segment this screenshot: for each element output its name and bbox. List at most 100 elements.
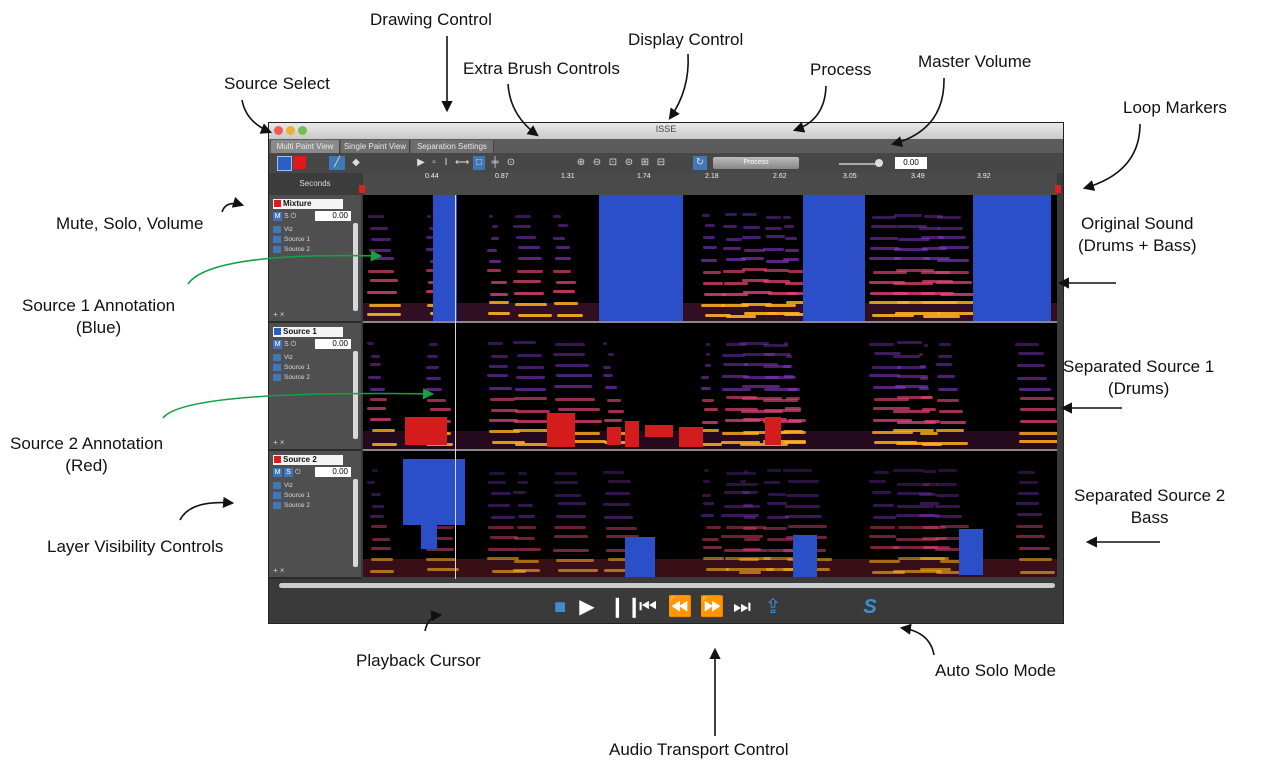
master-volume-knob[interactable] (875, 159, 883, 167)
process-icon[interactable]: ↻ (693, 156, 707, 170)
add-remove-layer[interactable]: + × (273, 310, 285, 319)
volume-knob-icon[interactable]: ⏻ (291, 341, 297, 348)
track-name-source1[interactable]: Source 1 (273, 327, 343, 337)
play-icon[interactable]: ▶ (575, 596, 599, 618)
time-ruler[interactable]: 0.44 0.87 1.31 1.74 2.18 2.62 3.05 3.49 … (359, 173, 1061, 195)
rewind-icon[interactable]: ⏪ (667, 596, 693, 618)
label-process: Process (810, 60, 872, 79)
visibility-toggle-icon[interactable] (273, 235, 281, 243)
track-volume-source2[interactable]: 0.00 (315, 467, 351, 477)
pause-icon[interactable]: ❙❙ (609, 596, 643, 618)
layer-scrollbar[interactable] (353, 479, 358, 567)
volume-knob-icon[interactable]: ⏻ (295, 469, 301, 476)
layer-visibility-viz[interactable]: Viz (273, 225, 293, 234)
vertical-select-icon[interactable]: I (441, 156, 451, 170)
brush-icon[interactable]: ╱ (329, 156, 345, 170)
solo-button[interactable]: S (284, 213, 289, 220)
spectral-partial (371, 493, 381, 496)
select-icon[interactable]: ▶ (415, 156, 427, 170)
spectral-partial (367, 481, 375, 484)
loop-icon[interactable]: ⇪ (761, 596, 785, 618)
harmonic-brush-icon[interactable]: ⊙ (505, 156, 517, 170)
volume-knob-icon[interactable]: ⏻ (291, 213, 297, 220)
stop-icon[interactable]: ■ (549, 596, 571, 618)
zoom-horizontal-icon[interactable]: ⊜ (623, 156, 635, 170)
spectral-partial (873, 407, 910, 410)
add-remove-layer[interactable]: + × (273, 438, 285, 447)
label-original-sound: Original Sound (Drums + Bass) (1078, 213, 1197, 257)
crosshair-icon[interactable]: ╪ (489, 156, 501, 170)
track-volume-source1[interactable]: 0.00 (315, 339, 351, 349)
zoom-fit-icon[interactable]: ⊡ (607, 156, 619, 170)
spectral-partial (869, 560, 900, 563)
horizontal-select-icon[interactable]: ⟷ (455, 156, 469, 170)
spectral-partial (936, 363, 952, 366)
marquee-icon[interactable]: ▫ (429, 156, 439, 170)
source1-select-button[interactable] (277, 156, 292, 171)
add-remove-layer[interactable]: + × (273, 566, 285, 575)
spectral-partial (785, 505, 820, 508)
box-brush-icon[interactable]: □ (473, 156, 485, 170)
spectrogram-source1[interactable] (363, 323, 1057, 449)
track-name-mixture[interactable]: Mixture (273, 199, 343, 209)
loop-start-marker[interactable] (359, 185, 365, 193)
spectrogram-source2[interactable] (363, 451, 1057, 577)
spectral-partial (518, 504, 533, 507)
zoom-vertical-icon[interactable]: ⊞ (639, 156, 651, 170)
source2-select-button[interactable] (293, 156, 306, 169)
spectral-partial (490, 293, 508, 296)
fast-forward-icon[interactable]: ⏩ (699, 596, 725, 618)
layer-visibility-viz[interactable]: Viz (273, 481, 293, 490)
visibility-toggle-icon[interactable] (273, 373, 281, 381)
layer-scrollbar[interactable] (353, 223, 358, 311)
spectral-partial (515, 303, 547, 306)
process-button[interactable]: Process (713, 157, 799, 169)
layer-visibility-source2[interactable]: Source 2 (273, 245, 310, 254)
spectral-partial (703, 502, 714, 505)
spectral-partial (722, 354, 745, 357)
spectral-partial (426, 236, 433, 239)
skip-end-icon[interactable]: ⏭ (731, 596, 753, 618)
zoom-reset-icon[interactable]: ⊟ (655, 156, 667, 170)
eraser-icon[interactable]: ◆ (349, 156, 363, 170)
spectral-partial (605, 386, 617, 389)
visibility-toggle-icon[interactable] (273, 353, 281, 361)
visibility-toggle-icon[interactable] (273, 501, 281, 509)
mute-button[interactable]: M (273, 340, 282, 349)
tab-separation-settings[interactable]: Separation Settings (411, 140, 494, 153)
auto-solo-icon[interactable]: S (859, 596, 881, 618)
layer-visibility-source1[interactable]: Source 1 (273, 235, 310, 244)
solo-button[interactable]: S (284, 468, 293, 477)
layer-visibility-source2[interactable]: Source 2 (273, 373, 310, 382)
spectral-partial (897, 505, 934, 508)
mute-button[interactable]: M (273, 468, 282, 477)
tab-multi-paint-view[interactable]: Multi Paint View (271, 140, 340, 153)
visibility-toggle-icon[interactable] (273, 491, 281, 499)
visibility-toggle-icon[interactable] (273, 245, 281, 253)
master-volume-value[interactable]: 0.00 (895, 157, 927, 169)
visibility-toggle-icon[interactable] (273, 363, 281, 371)
solo-button[interactable]: S (284, 341, 289, 348)
track-name-source2[interactable]: Source 2 (273, 455, 343, 465)
visibility-toggle-icon[interactable] (273, 481, 281, 489)
zoom-out-icon[interactable]: ⊖ (591, 156, 603, 170)
track-volume-mixture[interactable]: 0.00 (315, 211, 351, 221)
spectrogram-mixture[interactable] (363, 195, 1057, 321)
layer-visibility-source1[interactable]: Source 1 (273, 363, 310, 372)
horizontal-scrollbar[interactable] (279, 583, 1055, 588)
layer-visibility-source2[interactable]: Source 2 (273, 501, 310, 510)
spectral-partial (518, 472, 527, 475)
track-color-source1 (274, 328, 281, 335)
layer-visibility-viz[interactable]: Viz (273, 353, 293, 362)
mute-button[interactable]: M (273, 212, 282, 221)
playback-cursor[interactable] (455, 195, 456, 579)
skip-start-icon[interactable]: ⏮ (637, 596, 659, 618)
layer-scrollbar[interactable] (353, 351, 358, 439)
volume-slider-icon[interactable] (839, 163, 879, 165)
spectral-partial (744, 470, 748, 473)
tab-single-paint-view[interactable]: Single Paint View (341, 140, 410, 153)
loop-end-marker[interactable] (1055, 185, 1061, 193)
zoom-in-icon[interactable]: ⊕ (575, 156, 587, 170)
layer-visibility-source1[interactable]: Source 1 (273, 491, 310, 500)
visibility-toggle-icon[interactable] (273, 225, 281, 233)
